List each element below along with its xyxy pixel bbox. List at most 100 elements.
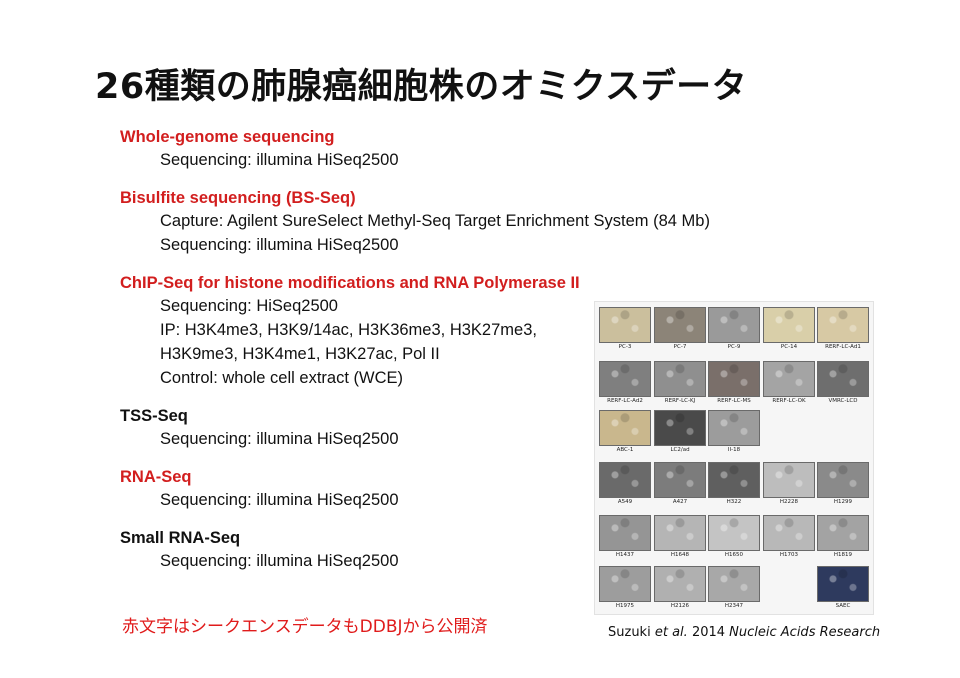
cell-line-label: H1975 bbox=[615, 603, 635, 609]
cell-line-thumbnail: H1819 bbox=[817, 515, 869, 561]
cell-line-label: ABC-1 bbox=[616, 447, 634, 453]
cell-line-thumbnail: H2228 bbox=[763, 462, 815, 508]
section: Bisulfite sequencing (BS-Seq) Capture: Ag… bbox=[120, 187, 710, 257]
cell-line-thumbnail: PC-9 bbox=[708, 307, 760, 353]
micrograph-image bbox=[599, 566, 651, 602]
micrograph-image bbox=[817, 307, 869, 343]
section: Whole-genome sequencing Sequencing: illum… bbox=[120, 126, 600, 172]
cell-line-label: RERF-LC-Ad1 bbox=[825, 344, 861, 350]
micrograph-image bbox=[599, 307, 651, 343]
micrograph-image bbox=[708, 515, 760, 551]
section: TSS-Seq Sequencing: illumina HiSeq2500 bbox=[120, 405, 600, 451]
cell-line-thumbnail: A549 bbox=[599, 462, 651, 508]
section-heading: Small RNA-Seq bbox=[120, 529, 241, 547]
cell-line-thumbnail: H1648 bbox=[654, 515, 706, 561]
cell-line-label: A549 bbox=[617, 499, 633, 505]
micrograph-image bbox=[654, 462, 706, 498]
citation-year: 2014 bbox=[691, 625, 726, 640]
footer-note: 赤文字はシークエンスデータもDDBJから公開済 bbox=[122, 617, 488, 637]
cell-line-thumbnail: H1650 bbox=[708, 515, 760, 561]
cell-line-label: RERF-LC-Ad2 bbox=[607, 398, 643, 404]
citation: Suzuki et al. 2014 Nucleic Acids Researc… bbox=[608, 625, 880, 640]
citation-etal: et al. bbox=[654, 625, 688, 640]
section-detail-line: H3K9me3, H3K4me1, H3K27ac, Pol II bbox=[160, 345, 440, 363]
cell-line-label: VMRC-LCD bbox=[828, 398, 858, 404]
cell-line-label: H1650 bbox=[724, 552, 744, 558]
cell-line-thumbnail: II-18 bbox=[708, 410, 760, 456]
cell-line-label: LC2/ad bbox=[670, 447, 690, 453]
cell-line-thumbnail: LC2/ad bbox=[654, 410, 706, 456]
cell-line-label: RERF-LC-MS bbox=[717, 398, 751, 404]
section-detail-line: Sequencing: illumina HiSeq2500 bbox=[160, 552, 399, 570]
section: RNA-Seq Sequencing: illumina HiSeq2500 bbox=[120, 466, 600, 512]
cell-line-label: H1703 bbox=[779, 552, 799, 558]
micrograph-image bbox=[599, 462, 651, 498]
section-detail-line: IP: H3K4me3, H3K9/14ac, H3K36me3, H3K27m… bbox=[160, 321, 537, 339]
micrograph-image bbox=[817, 515, 869, 551]
cell-line-thumbnail: H2126 bbox=[654, 566, 706, 612]
cell-line-thumbnail: SAEC bbox=[817, 566, 869, 612]
micrograph-image bbox=[763, 515, 815, 551]
micrograph-image bbox=[654, 410, 706, 446]
micrograph-image bbox=[763, 462, 815, 498]
section-detail-line: Sequencing: illumina HiSeq2500 bbox=[160, 151, 399, 169]
section-detail-line: Sequencing: illumina HiSeq2500 bbox=[160, 491, 399, 509]
cell-line-label: PC-9 bbox=[727, 344, 741, 350]
cell-line-thumbnail: RERF-LC-KJ bbox=[654, 361, 706, 407]
section-detail-line: Sequencing: HiSeq2500 bbox=[160, 297, 338, 315]
micrograph-image bbox=[817, 566, 869, 602]
cell-line-thumbnail: RERF-LC-Ad2 bbox=[599, 361, 651, 407]
cell-line-thumbnail: RERF-LC-OK bbox=[763, 361, 815, 407]
micrograph-image bbox=[654, 361, 706, 397]
micrograph-image bbox=[708, 410, 760, 446]
cell-line-label: H1437 bbox=[615, 552, 635, 558]
micrograph-image bbox=[817, 462, 869, 498]
cell-line-label: H1648 bbox=[670, 552, 690, 558]
cell-line-thumbnail: H1703 bbox=[763, 515, 815, 561]
cell-line-thumbnail: PC-7 bbox=[654, 307, 706, 353]
cell-line-label: II-18 bbox=[727, 447, 741, 453]
micrograph-image bbox=[654, 307, 706, 343]
cell-line-label: PC-3 bbox=[618, 344, 632, 350]
cell-line-thumbnail: H2347 bbox=[708, 566, 760, 612]
cell-line-thumbnail: H322 bbox=[708, 462, 760, 508]
cell-line-image-grid: PC-3 PC-7 PC-9 PC-14 RERF-LC-Ad1 RERF-LC-Ad2 R… bbox=[594, 301, 874, 615]
micrograph-image bbox=[817, 361, 869, 397]
cell-line-thumbnail: A427 bbox=[654, 462, 706, 508]
cell-line-thumbnail: RERF-LC-Ad1 bbox=[817, 307, 869, 353]
cell-line-label: H2347 bbox=[724, 603, 744, 609]
micrograph-image bbox=[708, 566, 760, 602]
cell-line-thumbnail: PC-3 bbox=[599, 307, 651, 353]
citation-author: Suzuki bbox=[608, 625, 651, 640]
micrograph-image bbox=[708, 361, 760, 397]
cell-line-label: RERF-LC-KJ bbox=[664, 398, 696, 404]
cell-line-label: RERF-LC-OK bbox=[772, 398, 806, 404]
cell-line-thumbnail: RERF-LC-MS bbox=[708, 361, 760, 407]
cell-line-label: PC-14 bbox=[780, 344, 798, 350]
cell-line-thumbnail: VMRC-LCD bbox=[817, 361, 869, 407]
section-heading: ChIP-Seq for histone modifications and R… bbox=[120, 274, 580, 292]
cell-line-thumbnail: ABC-1 bbox=[599, 410, 651, 456]
micrograph-image bbox=[599, 515, 651, 551]
cell-line-label: H1819 bbox=[833, 552, 853, 558]
section-detail-line: Capture: Agilent SureSelect Methyl-Seq T… bbox=[160, 212, 710, 230]
cell-line-thumbnail: PC-14 bbox=[763, 307, 815, 353]
section-heading: TSS-Seq bbox=[120, 407, 188, 425]
section-detail-line: Control: whole cell extract (WCE) bbox=[160, 369, 403, 387]
micrograph-image bbox=[599, 410, 651, 446]
slide-title: 26種類の肺腺癌細胞株のオミクスデータ bbox=[95, 67, 748, 107]
cell-line-label: H1299 bbox=[833, 499, 853, 505]
section-heading: Bisulfite sequencing (BS-Seq) bbox=[120, 189, 356, 207]
micrograph-image bbox=[708, 307, 760, 343]
micrograph-image bbox=[654, 566, 706, 602]
cell-line-label: H2228 bbox=[779, 499, 799, 505]
section: ChIP-Seq for histone modifications and R… bbox=[120, 272, 600, 390]
micrograph-image bbox=[763, 307, 815, 343]
cell-line-thumbnail: H1975 bbox=[599, 566, 651, 612]
cell-line-label: A427 bbox=[672, 499, 688, 505]
micrograph-image bbox=[654, 515, 706, 551]
cell-line-label: SAEC bbox=[835, 603, 851, 609]
section-heading: RNA-Seq bbox=[120, 468, 192, 486]
cell-line-thumbnail: H1437 bbox=[599, 515, 651, 561]
sequencing-methods-list: Whole-genome sequencing Sequencing: illum… bbox=[120, 126, 710, 588]
